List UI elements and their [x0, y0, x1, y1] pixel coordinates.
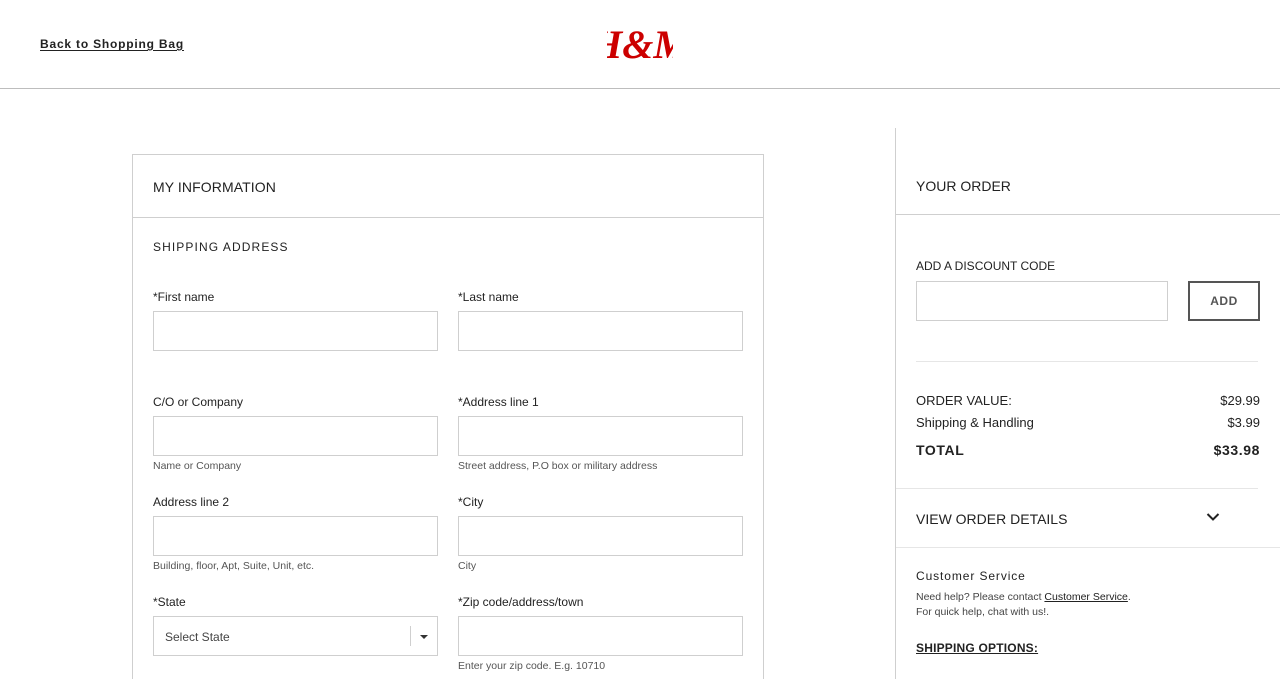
company-hint: Name or Company	[153, 460, 242, 472]
address-line2-hint: Building, floor, Apt, Suite, Unit, etc.	[153, 560, 315, 572]
state-select-value: Select State	[165, 630, 230, 644]
city-input[interactable]	[458, 516, 743, 556]
shipping-address-title: SHIPPING ADDRESS	[153, 240, 289, 254]
city-label: *City	[458, 495, 484, 509]
city-hint: City	[458, 560, 477, 572]
zip-input[interactable]	[458, 616, 743, 656]
customer-service-link[interactable]: Customer Service	[1044, 591, 1127, 603]
first-name-input[interactable]	[153, 311, 438, 351]
total-label: TOTAL	[916, 442, 965, 458]
total-amount: $33.98	[1213, 442, 1260, 458]
order-value-label: ORDER VALUE:	[916, 393, 1012, 408]
zip-hint: Enter your zip code. E.g. 10710	[458, 660, 606, 672]
divider	[916, 361, 1258, 362]
address-line1-hint: Street address, P.O box or military addr…	[458, 460, 658, 472]
customer-service-title: Customer Service	[916, 569, 1026, 583]
your-order-panel: YOUR ORDER ADD A DISCOUNT CODE ADD ORDER…	[895, 128, 1280, 679]
order-value-amount: $29.99	[1220, 393, 1260, 408]
address-line2-input[interactable]	[153, 516, 438, 556]
caret-down-icon	[420, 635, 428, 639]
view-order-details-toggle[interactable]: VIEW ORDER DETAILS	[896, 489, 1280, 547]
order-title: YOUR ORDER	[916, 178, 1011, 194]
add-discount-button[interactable]: ADD	[1188, 281, 1260, 321]
last-name-input[interactable]	[458, 311, 743, 351]
brand-logo[interactable]: H&M	[607, 22, 673, 68]
divider	[896, 214, 1280, 215]
discount-code-label: ADD A DISCOUNT CODE	[916, 259, 1056, 273]
total-row: TOTAL $33.98	[916, 442, 1260, 458]
address-line2-label: Address line 2	[153, 495, 230, 509]
shipping-label: Shipping & Handling	[916, 415, 1034, 430]
customer-service-line2: For quick help, chat with us!.	[916, 606, 1050, 618]
view-order-details-label: VIEW ORDER DETAILS	[916, 511, 1068, 527]
chevron-down-icon	[1206, 513, 1220, 521]
order-value-row: ORDER VALUE: $29.99	[916, 393, 1260, 408]
company-label: C/O or Company	[153, 395, 244, 409]
company-input[interactable]	[153, 416, 438, 456]
zip-label: *Zip code/address/town	[458, 595, 584, 609]
divider	[896, 547, 1280, 548]
site-header: Back to Shopping Bag H&M	[0, 0, 1280, 89]
last-name-label: *Last name	[458, 290, 519, 304]
address-line1-input[interactable]	[458, 416, 743, 456]
discount-code-input[interactable]	[916, 281, 1168, 321]
customer-service-prefix: Need help? Please contact	[916, 591, 1045, 603]
shipping-row: Shipping & Handling $3.99	[916, 415, 1260, 430]
panel-title: MY INFORMATION	[153, 179, 276, 195]
first-name-label: *First name	[153, 290, 215, 304]
shipping-options-link[interactable]: SHIPPING OPTIONS:	[916, 641, 1038, 655]
my-information-panel: MY INFORMATION SHIPPING ADDRESS *First n…	[132, 154, 764, 679]
shipping-amount: $3.99	[1227, 415, 1260, 430]
address-line1-label: *Address line 1	[458, 395, 539, 409]
customer-service-line1: Need help? Please contact Customer Servi…	[916, 591, 1131, 603]
state-label: *State	[153, 595, 186, 609]
state-select[interactable]: Select State	[153, 616, 438, 656]
back-to-shopping-bag-link[interactable]: Back to Shopping Bag	[40, 37, 184, 51]
svg-text:H&M: H&M	[607, 22, 673, 67]
select-divider	[410, 626, 411, 646]
customer-service-suffix: .	[1127, 591, 1131, 603]
